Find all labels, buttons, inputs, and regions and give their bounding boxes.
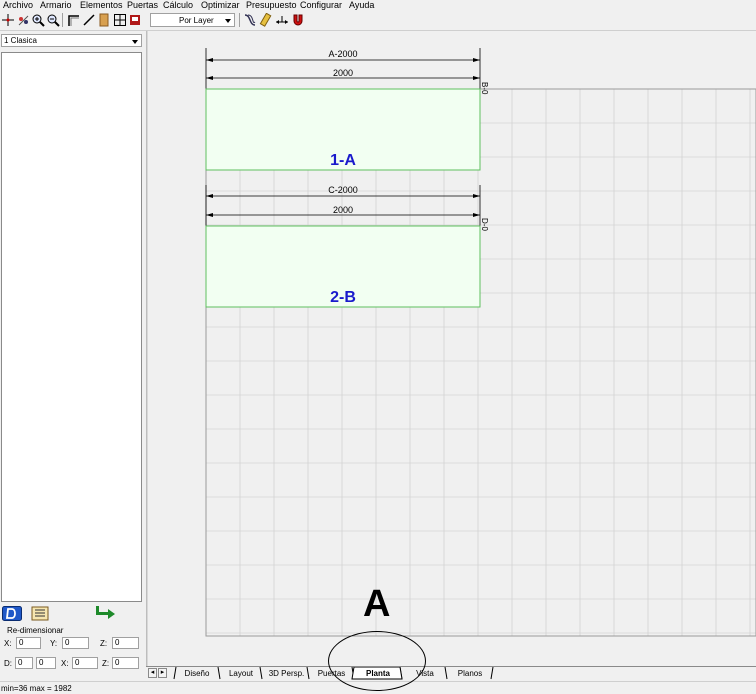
menu-optimizar[interactable]: Optimizar — [201, 0, 240, 11]
z-label: Z: — [100, 639, 108, 648]
menu-bar: Archivo Armario Elementos Puertas Cálcul… — [0, 0, 756, 11]
tab-layout[interactable]: Layout — [222, 668, 260, 679]
tab-3d-persp[interactable]: 3D Persp. — [264, 668, 309, 679]
panel-1-group[interactable]: A-2000 2000 B-0 1-A — [205, 48, 489, 171]
notebook-icon — [31, 606, 49, 621]
panel-2-side-label: D-0 — [480, 218, 489, 231]
x-label: X: — [4, 639, 12, 648]
apply-button[interactable] — [93, 605, 117, 621]
menu-armario[interactable]: Armario — [40, 0, 72, 11]
toolbar-separator — [62, 13, 63, 27]
z2-label: Z: — [102, 659, 110, 668]
notes-button[interactable] — [31, 606, 49, 621]
menu-configurar[interactable]: Configurar — [300, 0, 342, 11]
arrow-right-icon — [473, 58, 480, 62]
menu-elementos[interactable]: Elementos — [80, 0, 123, 11]
panel-2-label: 2-B — [330, 289, 356, 306]
layer-select[interactable]: Por Layer — [150, 13, 235, 27]
x2-field[interactable]: 0 — [72, 657, 98, 669]
left-panel: 1 Clasica Re-dimensionar X: 0 Y: 0 Z: 0 … — [0, 31, 146, 669]
arrow-right-icon — [473, 76, 480, 80]
chevron-down-icon — [132, 40, 138, 44]
annotation-letter: A — [363, 583, 391, 625]
layer-select-value: Por Layer — [179, 16, 214, 25]
pan-icon[interactable] — [16, 13, 30, 27]
profile-select[interactable]: 1 Clasica — [1, 34, 142, 47]
tab-diseno[interactable]: Diseño — [178, 668, 216, 679]
design-mode-button[interactable] — [2, 606, 22, 621]
arrow-left-icon — [206, 58, 213, 62]
drawing-surface: A-2000 2000 B-0 1-A C-2000 2000 D-0 2-B — [205, 48, 756, 637]
x2-label: X: — [61, 659, 69, 668]
profile-select-value: 1 Clasica — [4, 36, 37, 45]
d-field-2[interactable]: 0 — [36, 657, 56, 669]
curve-icon[interactable] — [243, 13, 257, 27]
dimension-icon[interactable] — [275, 13, 289, 27]
tab-next-button[interactable]: ▸ — [158, 668, 167, 678]
panel-1-width-dimension: 2000 — [333, 68, 353, 78]
y-field[interactable]: 0 — [62, 637, 89, 649]
x-field[interactable]: 0 — [16, 637, 41, 649]
arrow-right-icon — [473, 194, 480, 198]
ruler-icon[interactable] — [259, 13, 273, 27]
board-icon[interactable] — [97, 13, 111, 27]
toolbar-separator — [239, 13, 240, 27]
resize-label: Re-dimensionar — [7, 626, 64, 635]
toolbar: Por Layer — [0, 11, 756, 31]
panel-2-top-dimension: C-2000 — [328, 185, 358, 195]
z2-field[interactable]: 0 — [112, 657, 139, 669]
d-field-1[interactable]: 0 — [15, 657, 33, 669]
menu-calculo[interactable]: Cálculo — [163, 0, 193, 11]
grid-border — [205, 88, 756, 637]
export-icon[interactable] — [128, 13, 142, 27]
arrow-left-icon — [206, 213, 213, 217]
menu-puertas[interactable]: Puertas — [127, 0, 158, 11]
tab-planos[interactable]: Planos — [449, 668, 491, 679]
tab-prev-button[interactable]: ◂ — [148, 668, 157, 678]
y-label: Y: — [50, 639, 58, 648]
crosshair-icon[interactable] — [1, 13, 15, 27]
status-text: min=36 max = 1982 — [1, 684, 72, 693]
arrow-left-icon — [206, 194, 213, 198]
menu-ayuda[interactable]: Ayuda — [349, 0, 374, 11]
corner-icon[interactable] — [66, 13, 80, 27]
grid — [206, 89, 756, 636]
menu-archivo[interactable]: Archivo — [3, 0, 33, 11]
panel-1-side-label: B-0 — [480, 82, 489, 95]
drawing-canvas[interactable]: A-2000 2000 B-0 1-A C-2000 2000 D-0 2-B — [148, 31, 756, 666]
panel-2-group[interactable]: C-2000 2000 D-0 2-B — [205, 185, 489, 308]
magnet-icon[interactable] — [291, 13, 305, 27]
zoom-in-icon[interactable] — [31, 13, 45, 27]
annotation-circle — [328, 631, 426, 691]
grid-icon[interactable] — [113, 13, 127, 27]
green-arrow-icon — [96, 606, 115, 619]
tab-bar: ◂ ▸ Diseño Layout 3D Persp. Puertas Plan… — [146, 666, 756, 680]
chevron-down-icon — [225, 19, 231, 23]
arrow-right-icon — [473, 213, 480, 217]
panel-1-label: 1-A — [330, 152, 356, 169]
panel-2-width-dimension: 2000 — [333, 205, 353, 215]
panel-1-top-dimension: A-2000 — [328, 49, 357, 59]
d-label: D: — [4, 659, 12, 668]
zoom-out-icon[interactable] — [46, 13, 60, 27]
d-logo-icon — [2, 606, 22, 621]
line-icon[interactable] — [82, 13, 96, 27]
z-field[interactable]: 0 — [112, 637, 139, 649]
menu-presupuesto[interactable]: Presupuesto — [246, 0, 297, 11]
element-list[interactable] — [1, 52, 142, 602]
arrow-left-icon — [206, 76, 213, 80]
